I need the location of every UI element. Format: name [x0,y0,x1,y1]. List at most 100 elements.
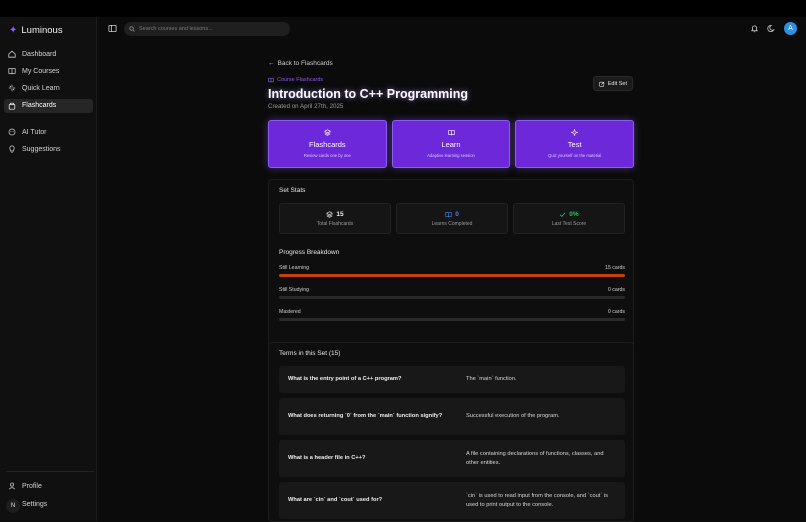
search-icon [129,26,135,32]
sidebar-nav: Dashboard My Courses Quick Learn Flashca… [4,47,93,116]
term-question: What is a header file in C++? [288,455,366,462]
set-kind-label: Course Flashcards [268,77,323,83]
book-open-icon [268,77,274,83]
stat-value: 0% [569,211,579,218]
mode-card-test[interactable]: Test Quiz yourself on the material [515,120,635,168]
progress-label: Still Studying [279,287,309,293]
mode-subtitle: Review cards one by one [303,153,351,158]
term-row[interactable]: What is a header file in C++? A file con… [279,440,625,477]
stat-boxes: 15 Total Flashcards 0 Learns Completed 0… [279,203,625,234]
stat-value: 0 [455,211,459,218]
user-icon [8,482,16,490]
sidebar-nav-secondary: AI Tutor Suggestions [4,125,93,159]
stat-label: Learns Completed [431,221,473,227]
term-row[interactable]: What are `cin` and `cout` used for? `cin… [279,482,625,519]
term-question: What are `cin` and `cout` used for? [288,497,383,504]
back-to-flashcards-link[interactable]: ← Back to Flashcards [268,60,333,67]
layers-icon [323,129,331,136]
header-actions: A [750,22,797,35]
user-badge[interactable]: N [6,499,20,513]
progress-bar [279,274,625,277]
sparkle-icon [571,129,579,136]
sidebar-item-dashboard[interactable]: Dashboard [4,47,93,61]
edit-set-button[interactable]: Edit Set [592,76,633,91]
sidebar-toggle-icon[interactable] [108,24,117,33]
brand[interactable]: ✦ Luminous [9,25,63,36]
stat-learns-completed: 0 Learns Completed [396,203,508,234]
sidebar-item-flashcards[interactable]: Flashcards [4,98,93,113]
bell-icon[interactable] [750,24,759,33]
stat-total-flashcards: 15 Total Flashcards [279,203,391,234]
progress-still-studying: Still Studying 0 cards [279,287,625,299]
stat-label: Total Flashcards [316,221,354,227]
stat-label: Last Test Score [551,221,587,227]
term-definition: A file containing declarations of functi… [466,450,604,466]
search-bar[interactable] [124,22,290,36]
top-header: A [97,17,806,41]
lightbulb-icon [9,145,15,153]
back-label: Back to Flashcards [277,60,333,67]
progress-count: 15 cards [605,265,625,271]
layers-icon [8,102,16,110]
mode-title: Test [567,140,582,149]
progress-breakdown-title: Progress Breakdown [279,249,340,256]
sidebar: ✦ Luminous Dashboard My Courses Quick Le… [0,17,97,521]
term-definition: The `main` function. [466,376,517,383]
sidebar-item-label: Flashcards [22,102,57,110]
progress-bar [279,318,625,321]
sidebar-divider [6,471,94,472]
zap-icon [8,85,16,92]
progress-fill [279,274,625,277]
progress-mastered: Mastered 0 cards [279,309,625,321]
term-question: What is the entry point of a C++ program… [288,376,402,383]
sidebar-item-label: Quick Learn [22,84,60,92]
mode-title: Flashcards [308,140,346,149]
term-definition: Successful execution of the program. [466,413,560,420]
set-kind-text: Course Flashcards [277,77,324,83]
progress-label: Mastered [279,309,301,315]
term-row[interactable]: What does returning `0` from the `main` … [279,398,625,435]
mode-subtitle: Adaptive learning session [427,153,475,158]
progress-count: 0 cards [607,287,625,293]
term-row[interactable]: What is the entry point of a C++ program… [279,366,625,393]
created-date: Created on April 27th, 2025 [268,103,344,110]
terms-title: Terms in this Set (15) [279,350,341,357]
home-icon [8,50,16,58]
arrow-left-icon: ← [268,60,275,67]
sidebar-item-label: AI Tutor [22,128,47,136]
book-open-icon [447,130,455,136]
sidebar-item-quick-learn[interactable]: Quick Learn [4,81,93,95]
sparkle-logo-icon: ✦ [9,25,18,36]
term-definition: `cin` is used to read input from the con… [466,492,608,508]
mode-card-learn[interactable]: Learn Adaptive learning session [391,120,511,168]
progress-still-learning: Still Learning 15 cards [279,265,625,277]
avatar[interactable]: A [784,22,797,35]
terms-card: Terms in this Set (15) What is the entry… [268,342,634,522]
stat-last-test-score: 0% Last Test Score [513,203,625,234]
set-stats-title: Set Stats [279,187,306,194]
study-modes: Flashcards Review cards one by one Learn… [268,120,635,168]
book-open-icon [445,212,452,218]
robot-icon [8,128,16,136]
mode-title: Learn [441,140,461,149]
progress-bar [279,296,625,299]
window-top-bar [0,0,806,17]
sidebar-item-my-courses[interactable]: My Courses [4,64,93,78]
mode-subtitle: Quiz yourself on the material [548,153,602,158]
sidebar-item-label: Profile [22,482,42,490]
sidebar-item-suggestions[interactable]: Suggestions [4,142,93,156]
sidebar-item-profile[interactable]: Profile [4,479,93,493]
sidebar-item-label: Settings [22,500,48,508]
page-title: Introduction to C++ Programming [268,87,469,101]
term-question: What does returning `0` from the `main` … [288,413,443,420]
sidebar-item-ai-tutor[interactable]: AI Tutor [4,125,93,139]
layers-icon [326,211,334,218]
sidebar-item-label: My Courses [22,67,60,75]
search-input[interactable] [139,26,279,32]
stat-value: 15 [336,211,344,218]
edit-icon [599,81,605,87]
book-open-icon [8,68,16,75]
moon-icon[interactable] [767,24,776,33]
sidebar-item-label: Suggestions [22,145,61,153]
mode-card-flashcards[interactable]: Flashcards Review cards one by one [268,120,387,168]
